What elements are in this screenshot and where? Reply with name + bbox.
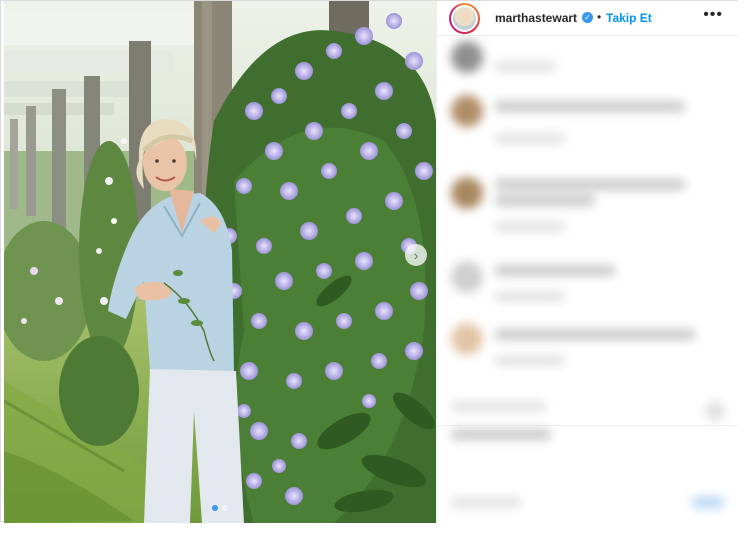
more-options-icon[interactable]: ••• xyxy=(703,6,723,24)
post-photo[interactable]: › xyxy=(4,1,436,523)
chevron-right-icon: › xyxy=(413,247,419,263)
carousel-dot-active xyxy=(212,505,218,511)
blurred-actions xyxy=(437,393,739,463)
avatar[interactable] xyxy=(449,3,480,34)
blurred-comment xyxy=(437,319,739,379)
verified-badge-icon: ✓ xyxy=(582,12,593,23)
next-photo-button[interactable]: › xyxy=(405,244,427,266)
blurred-comment xyxy=(437,257,739,317)
post-header: marthastewart ✓ • Takip Et ••• xyxy=(437,1,739,36)
avatar-photo xyxy=(453,7,476,30)
post-frame: › marthastewart ✓ • Takip Et ••• xyxy=(0,0,739,523)
blurred-comment xyxy=(437,89,739,159)
carousel-indicator xyxy=(4,505,436,511)
avatar-image xyxy=(451,5,478,32)
carousel-dot xyxy=(222,505,228,511)
comments-list xyxy=(437,37,739,523)
blurred-comment xyxy=(437,173,739,243)
header-separator: • xyxy=(597,10,602,24)
follow-button[interactable]: Takip Et xyxy=(606,11,652,25)
post-side-panel: marthastewart ✓ • Takip Et ••• xyxy=(436,1,739,523)
blurred-comment xyxy=(437,37,739,87)
blurred-comment-input xyxy=(437,489,739,519)
garden-portrait-image xyxy=(4,1,436,523)
username-link[interactable]: marthastewart xyxy=(495,11,577,25)
